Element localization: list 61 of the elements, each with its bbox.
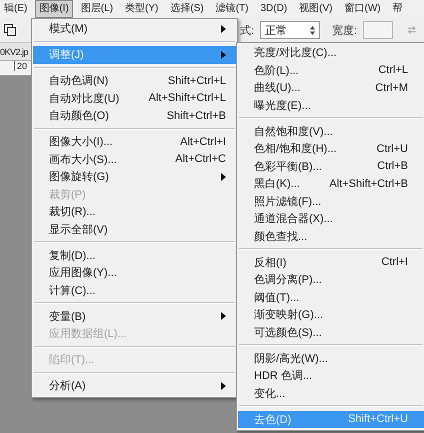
menu-bar-item[interactable]: 视图(V) (295, 0, 337, 18)
menu-bar-item[interactable]: 类型(Y) (121, 0, 162, 18)
shortcut-text: Ctrl+L (378, 64, 408, 76)
menu-item[interactable]: 照片滤镜(F)... (238, 192, 424, 210)
menu-item[interactable]: 变量(B) (33, 308, 236, 325)
menu-item[interactable]: 颜色查找... (238, 228, 424, 245)
menu-item[interactable]: 画布大小(S)... Alt+Ctrl+C (33, 150, 236, 168)
menu-item[interactable]: 色彩平衡(B)... Ctrl+B (238, 158, 424, 175)
menu-bar-item[interactable]: 图像(I) (35, 0, 73, 18)
menu-item[interactable]: 阴影/高光(W)... (238, 350, 424, 367)
menu-bar-item[interactable]: 选择(S) (166, 0, 208, 18)
shortcut-text: Ctrl+U (376, 142, 408, 155)
mode-label: 式: (240, 24, 254, 38)
menu-item[interactable]: 自动颜色(O) Shift+Ctrl+B (33, 107, 236, 124)
blend-mode-select[interactable]: 正常 (260, 21, 320, 39)
shortcut-text: Alt+Shift+Ctrl+L (148, 92, 226, 104)
width-label: 宽度: (332, 24, 358, 38)
menu-item[interactable]: 渐变映射(G)... (238, 306, 424, 324)
menu-item[interactable]: 亮度/对比度(C)... (238, 44, 424, 62)
menu-item[interactable]: 计算(C)... (33, 282, 236, 299)
menu-item[interactable]: 色相/饱和度(H)... Ctrl+U (238, 140, 424, 158)
menu-item[interactable]: 模式(M) (33, 20, 236, 38)
shortcut-text: Shift+Ctrl+U (348, 413, 408, 426)
menu-bar-item[interactable]: 图层(L) (76, 0, 118, 18)
menu-item[interactable]: 分析(A) (33, 377, 236, 394)
menu-item[interactable]: 通道混合器(X)... (238, 210, 424, 228)
shortcut-text: Shift+Ctrl+L (168, 74, 226, 87)
width-field[interactable] (363, 21, 393, 39)
shortcut-text: Ctrl+M (375, 82, 408, 94)
menu-item[interactable]: 变化... (238, 384, 424, 402)
shortcut-text: Ctrl+B (377, 160, 408, 172)
layers-icon[interactable] (4, 24, 16, 36)
shortcut-text: Alt+Ctrl+I (180, 136, 226, 148)
menu-item[interactable]: 色调分离(P)... (238, 271, 424, 288)
menu-item[interactable]: 黑白(K)... Alt+Shift+Ctrl+B (238, 175, 424, 192)
menu-item[interactable]: 显示全部(V) (33, 220, 236, 238)
menu-bar-item[interactable]: 帮 (388, 0, 407, 18)
menu-item[interactable]: HDR 色调... (238, 367, 424, 384)
menu-item[interactable]: 自动对比度(U) Alt+Shift+Ctrl+L (33, 90, 236, 107)
menu-item[interactable]: 自然饱和度(V)... (238, 122, 424, 140)
shortcut-text: Alt+Ctrl+C (175, 153, 226, 166)
menu-item[interactable]: 阈值(T)... (238, 288, 424, 306)
menu-item[interactable]: 应用图像(Y)... (33, 264, 236, 282)
menu-item[interactable]: 图像大小(I)... Alt+Ctrl+I (33, 133, 236, 150)
menu-item[interactable]: 曲线(U)... Ctrl+M (238, 79, 424, 96)
swap-arrows-icon[interactable] (406, 25, 416, 35)
menu-item[interactable]: 图像旋转(G) (33, 168, 236, 186)
menu-bar-item[interactable]: 3D(D) (256, 0, 292, 18)
menu-item[interactable]: 曝光度(E)... (238, 96, 424, 114)
menu-item[interactable]: 复制(D)... (33, 246, 236, 264)
menu-item[interactable]: 反相(I) Ctrl+I (238, 254, 424, 271)
up-down-caret-icon (310, 26, 315, 34)
menu-item[interactable]: 色阶(L)... Ctrl+L (238, 62, 424, 79)
shortcut-text: Alt+Shift+Ctrl+B (329, 178, 408, 190)
menu-item[interactable]: 裁切(R)... (33, 203, 236, 220)
shortcut-text: Ctrl+I (381, 256, 408, 268)
menu-bar-item[interactable]: 辑(E) (0, 0, 32, 18)
menu-bar-item[interactable]: 滤镜(T) (212, 0, 252, 18)
shortcut-text: Shift+Ctrl+B (166, 110, 226, 122)
menu-item[interactable]: 可选颜色(S)... (238, 324, 424, 341)
menu-bar-item[interactable]: 窗口(W) (340, 0, 385, 18)
